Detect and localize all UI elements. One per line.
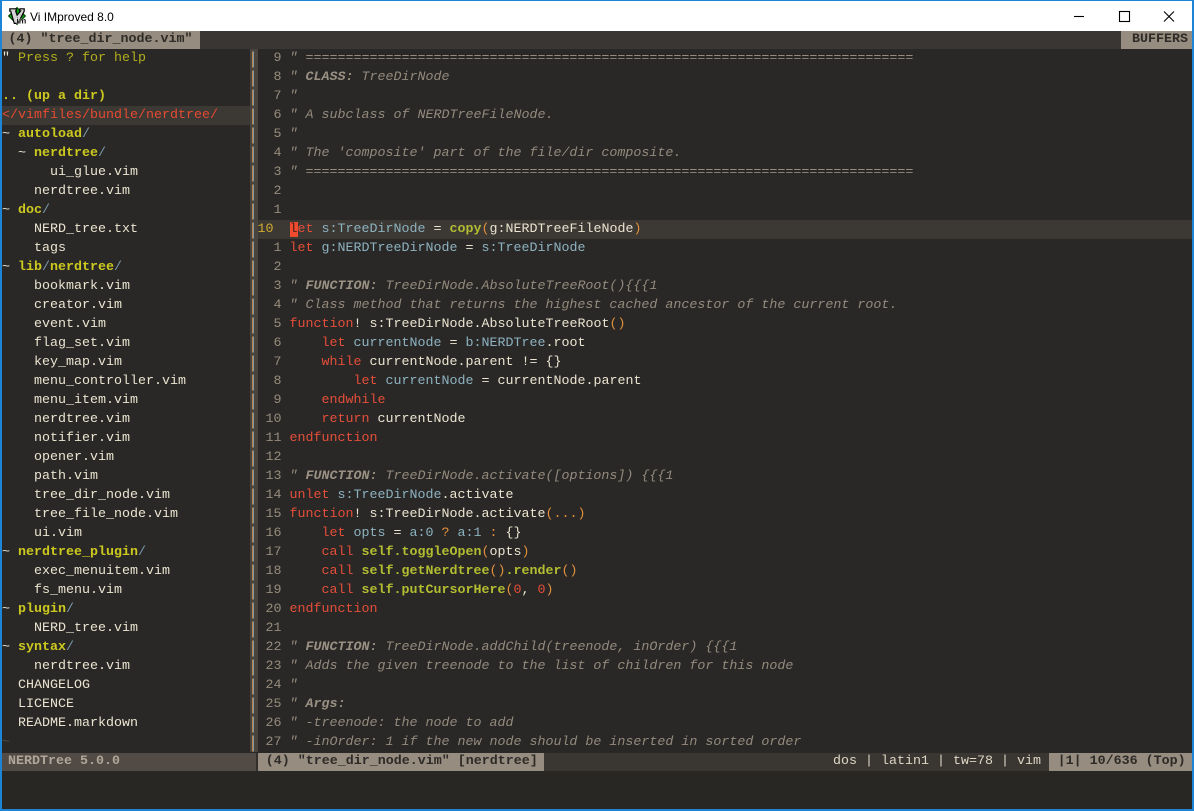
svg-text:im: im [16, 16, 26, 25]
